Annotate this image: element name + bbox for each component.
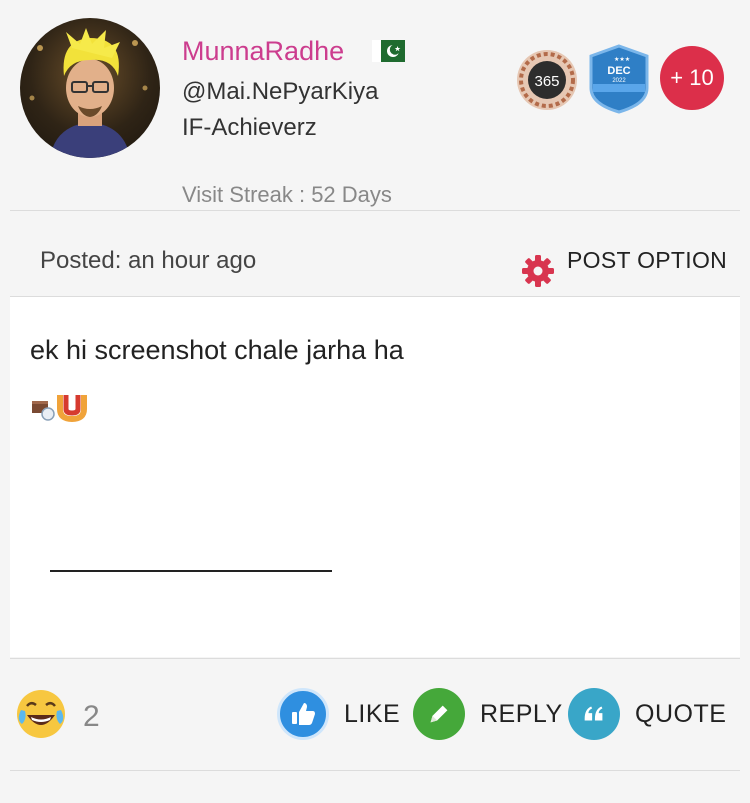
magnet-emoji-icon	[32, 395, 87, 423]
badge-365-icon[interactable]: 365	[515, 48, 579, 112]
quote-button[interactable]: QUOTE	[568, 688, 726, 740]
more-badges-button[interactable]: + 10	[660, 46, 724, 110]
thumbs-up-icon	[277, 688, 329, 740]
divider	[10, 210, 740, 211]
signature-line	[50, 570, 332, 572]
divider	[10, 658, 740, 659]
post-option-label: POST OPTION	[567, 247, 728, 273]
post-header: MunnaRadhe @Mai.NePyarKiya IF-Achieverz …	[0, 0, 750, 210]
laughing-tears-emoji-icon[interactable]	[15, 688, 67, 740]
post-text: ek hi screenshot chale jarha ha	[30, 335, 404, 365]
badge-dec-month: DEC	[607, 65, 630, 77]
reply-button[interactable]: REPLY	[413, 688, 563, 740]
post-option-button[interactable]: POST OPTION	[520, 247, 727, 287]
user-group[interactable]: IF-Achieverz	[182, 114, 317, 142]
quote-icon	[568, 688, 620, 740]
avatar-image	[29, 28, 148, 158]
badge-dec-year: 2022	[612, 78, 626, 84]
divider	[10, 770, 740, 771]
post-footer: 2 LIKE REPLY QUOTE	[0, 660, 750, 770]
gear-icon	[522, 255, 554, 287]
username[interactable]: MunnaRadhe	[182, 36, 344, 67]
visit-streak: Visit Streak : 52 Days	[182, 182, 392, 207]
badge-dec-icon[interactable]: ★★★ DEC 2022	[585, 44, 653, 114]
svg-text:★★★: ★★★	[614, 56, 630, 63]
post-content: ek hi screenshot chale jarha ha	[10, 297, 740, 657]
quote-label: QUOTE	[635, 699, 727, 728]
like-button[interactable]: LIKE	[277, 688, 400, 740]
pakistan-flag-icon	[372, 40, 405, 62]
pencil-icon	[413, 688, 465, 740]
avatar[interactable]	[20, 18, 160, 158]
reaction-count[interactable]: 2	[83, 700, 100, 734]
reply-label: REPLY	[480, 699, 563, 728]
like-label: LIKE	[344, 699, 401, 728]
user-handle: @Mai.NePyarKiya	[182, 78, 379, 105]
badge-365-text: 365	[534, 73, 559, 90]
posted-time: Posted: an hour ago	[40, 247, 257, 274]
